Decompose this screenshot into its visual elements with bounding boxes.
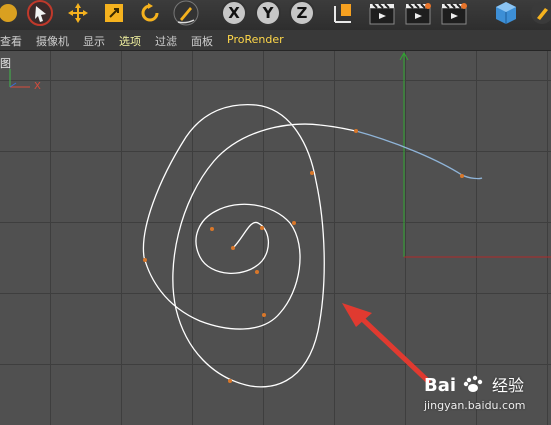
spline-object-button[interactable] [528, 0, 551, 26]
menu-prorender[interactable]: ProRender [227, 33, 284, 46]
undo-button[interactable] [0, 0, 22, 26]
axis-z-icon: Z [289, 0, 315, 26]
gizmo-x-label: X [34, 81, 41, 92]
axis-y-button[interactable]: Y [254, 0, 282, 26]
rotate-icon [141, 3, 159, 22]
svg-text:Bai: Bai [424, 375, 456, 396]
move-tool-button[interactable] [64, 0, 92, 26]
control-point[interactable] [460, 174, 464, 178]
control-point[interactable] [262, 313, 266, 317]
spline-selected-segment[interactable] [355, 130, 483, 180]
annotation-arrow [342, 303, 431, 384]
cursor-select-icon [27, 0, 53, 26]
coordinate-system-icon [334, 4, 351, 23]
menu-options[interactable]: 选项 [119, 33, 141, 49]
live-select-button[interactable] [172, 0, 200, 26]
control-point[interactable] [210, 227, 214, 231]
clapper-render-icon [405, 3, 431, 25]
control-point[interactable] [143, 258, 147, 262]
control-point[interactable] [354, 129, 358, 133]
viewport-canvas [9, 51, 551, 388]
main-toolbar: X Y Z [0, 0, 551, 31]
menu-panel[interactable]: 面板 [191, 33, 213, 49]
render-view-button[interactable] [368, 0, 396, 26]
control-point[interactable] [292, 221, 296, 225]
spiral-spline[interactable] [142, 104, 357, 388]
control-point[interactable] [310, 171, 314, 175]
menu-filter[interactable]: 过滤 [155, 33, 177, 49]
menu-camera[interactable]: 摄像机 [36, 33, 69, 49]
cube-object-button[interactable] [492, 0, 520, 26]
select-tool-button[interactable] [26, 0, 54, 26]
coordinate-system-button[interactable] [328, 0, 356, 26]
undo-icon [0, 4, 17, 22]
render-settings-button[interactable] [440, 0, 468, 26]
menu-view[interactable]: 查看 [0, 33, 22, 49]
control-point[interactable] [255, 270, 259, 274]
baidu-watermark: Bai 经验 jingyan.baidu.com [424, 371, 549, 421]
control-point[interactable] [228, 379, 232, 383]
pen-icon [173, 0, 199, 26]
axis-x-button[interactable]: X [220, 0, 248, 26]
gizmo-z-axis [9, 82, 17, 88]
axis-x-icon: X [221, 0, 247, 26]
3d-viewport[interactable]: 图 X Bai 经验 jingyan.baidu.com [0, 51, 551, 425]
viewport-menu-bar: 查看 摄像机 显示 选项 过滤 面板 ProRender [0, 30, 551, 51]
svg-text:Z: Z [297, 4, 308, 22]
rotate-tool-button[interactable] [136, 0, 164, 26]
watermark-url: jingyan.baidu.com [424, 399, 526, 412]
cube-icon [496, 2, 516, 24]
baidu-jingyan-text: 经验 [492, 376, 525, 395]
scale-tool-button[interactable] [100, 0, 128, 26]
control-point[interactable] [231, 246, 235, 250]
clapper-icon [369, 3, 395, 25]
scale-icon [105, 4, 123, 22]
pen-spline-icon [531, 2, 551, 24]
axis-z-button[interactable]: Z [288, 0, 316, 26]
render-picture-viewer-button[interactable] [404, 0, 432, 26]
svg-text:X: X [228, 4, 240, 22]
control-point[interactable] [260, 226, 264, 230]
clapper-settings-icon [441, 3, 467, 25]
axis-y-icon: Y [255, 0, 281, 26]
baidu-logo: Bai [424, 375, 483, 396]
move-icon [68, 3, 88, 23]
svg-text:Y: Y [262, 4, 275, 22]
menu-display[interactable]: 显示 [83, 33, 105, 49]
